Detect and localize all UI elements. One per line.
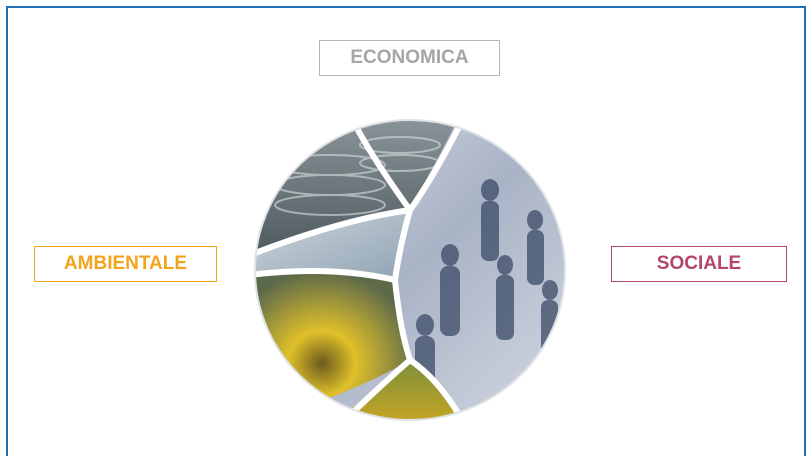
label-economica: ECONOMICA <box>319 40 500 76</box>
label-sociale: SOCIALE <box>611 246 787 282</box>
label-ambientale: AMBIENTALE <box>34 246 217 282</box>
sustainability-circle <box>254 119 566 421</box>
